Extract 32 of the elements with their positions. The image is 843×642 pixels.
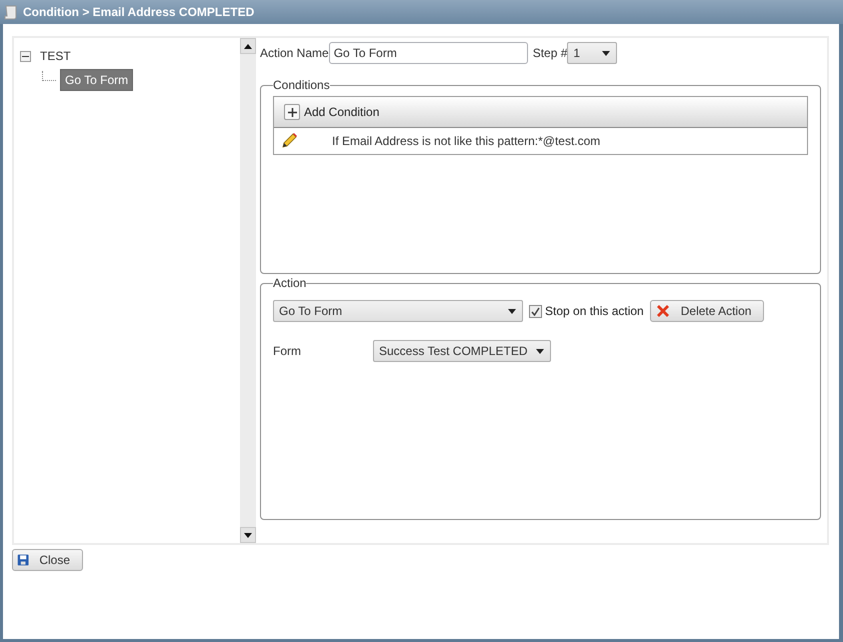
window-title: Condition > Email Address COMPLETED (23, 5, 254, 19)
tree-item[interactable]: Go To Form (60, 69, 134, 91)
action-name-field[interactable]: Go To Form (328, 42, 528, 64)
action-type-dropdown[interactable]: Go To Form (273, 300, 523, 322)
tree-item[interactable]: TEST (35, 45, 76, 67)
scrollbar[interactable] (240, 38, 256, 543)
caret-icon (602, 50, 610, 56)
scroll-up-button[interactable] (240, 38, 256, 54)
pencil-icon[interactable] (280, 132, 298, 150)
condition-text[interactable]: If Email Address is not like this pattern:*@test.com (332, 134, 600, 148)
caret-icon (508, 308, 516, 314)
close-button[interactable]: Close (12, 549, 83, 571)
action-legend: Action (273, 276, 306, 290)
plus-icon (288, 108, 296, 116)
conditions-legend: Conditions (273, 78, 330, 92)
stop-label: Stop on this action (545, 304, 644, 318)
caret-icon (536, 348, 544, 354)
scroll-down-button[interactable] (240, 527, 256, 543)
scroll-icon (4, 4, 17, 20)
checkmark-icon (531, 306, 540, 316)
action-name-label: Action Name (260, 46, 329, 60)
collapse-toggle[interactable] (20, 50, 31, 62)
add-condition-button[interactable]: Add Condition (284, 104, 380, 120)
step-label: Step # (532, 46, 568, 60)
delete-icon (654, 303, 671, 319)
up-arrow-icon (244, 44, 252, 48)
step-dropdown[interactable]: 1 (567, 42, 618, 64)
down-arrow-icon (244, 532, 252, 538)
stop-checkbox[interactable] (529, 304, 542, 318)
form-dropdown[interactable]: Success Test COMPLETED (373, 340, 550, 362)
form-label: Form (273, 344, 302, 358)
delete-action-button[interactable]: Delete Action (650, 300, 764, 322)
